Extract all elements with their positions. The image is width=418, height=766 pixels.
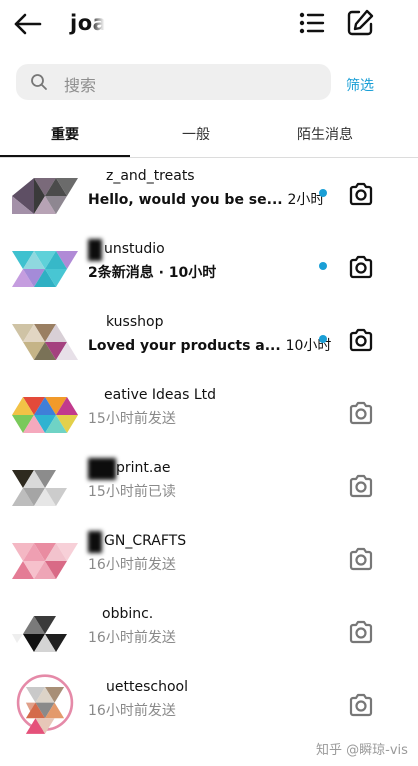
watermark: 知乎 @瞬琼-vis [316,743,408,758]
message-status: 15小时前发送 [88,411,176,427]
conversation-row[interactable]: print.ae 15小时前已读 [0,449,418,522]
message-status: 16小时前发送 [88,630,176,646]
avatar [12,470,67,506]
camera-icon[interactable] [347,618,375,646]
message-status: 15小时前已读 [88,484,176,500]
avatar [16,674,74,734]
camera-icon[interactable] [347,691,375,719]
conversation-name: eative Ideas Ltd [104,387,217,403]
unread-dot [319,335,327,343]
avatar [12,251,78,287]
conversation-row[interactable]: kusshop Loved your products a... 10小时 [0,303,418,376]
search-icon [31,74,47,90]
title-fade [90,8,108,40]
camera-icon[interactable] [347,399,375,427]
redaction-fade [88,604,102,626]
camera-icon[interactable] [347,472,375,500]
message-preview: Hello, would you be se... 2小时 [88,192,325,208]
redaction-fade [88,312,106,334]
redaction-fade [88,166,106,188]
unread-dot [319,262,327,270]
filter-button[interactable]: 筛选 [346,75,374,95]
message-status: 16小时前发送 [88,703,176,719]
search-placeholder: 搜索 [64,76,97,95]
redaction-block [88,458,116,480]
conversation-row[interactable]: uetteschool 16小时前发送 [0,668,418,741]
top-bar: joa [0,0,418,52]
conversation-name: z_and_treats [106,168,195,184]
redaction-block [88,531,102,553]
avatar [12,324,78,360]
compose-icon[interactable] [345,8,375,38]
camera-icon[interactable] [347,253,375,281]
conversation-row[interactable]: obbinc. 16小时前发送 [0,595,418,668]
camera-icon[interactable] [347,545,375,573]
conversation-name: kusshop [106,314,164,330]
avatar [12,616,67,652]
conversation-name: GN_CRAFTS [104,533,187,549]
conversation-row[interactable]: z_and_treats Hello, would you be se... 2… [0,157,418,230]
message-status: 16小时前发送 [88,557,176,573]
unread-dot [319,189,327,197]
tab-bar: 重要 一般 陌生消息 [0,115,418,158]
tab-general[interactable]: 一般 [182,124,210,144]
message-preview: 2条新消息 · 10小时 [88,265,217,281]
avatar [12,543,78,579]
redaction-fade [88,677,106,699]
message-preview: Loved your products a... 10小时 [88,338,332,354]
conversation-name: print.ae [116,460,171,476]
conversation-name: unstudio [104,241,165,257]
conversation-row[interactable]: unstudio 2条新消息 · 10小时 [0,230,418,303]
conversation-name: uetteschool [106,679,188,695]
camera-icon[interactable] [347,180,375,208]
conversation-name: obbinc. [102,606,154,622]
tab-important[interactable]: 重要 [51,124,79,144]
redaction-block [88,239,102,261]
conversation-row[interactable]: GN_CRAFTS 16小时前发送 [0,522,418,595]
search-bar[interactable]: 搜索 [16,64,331,100]
avatar [12,397,78,433]
back-arrow-icon[interactable] [12,10,44,38]
tab-requests[interactable]: 陌生消息 [297,124,353,144]
avatar [12,178,78,214]
list-icon[interactable] [297,8,327,38]
conversation-row[interactable]: eative Ideas Ltd 15小时前发送 [0,376,418,449]
camera-icon[interactable] [347,326,375,354]
